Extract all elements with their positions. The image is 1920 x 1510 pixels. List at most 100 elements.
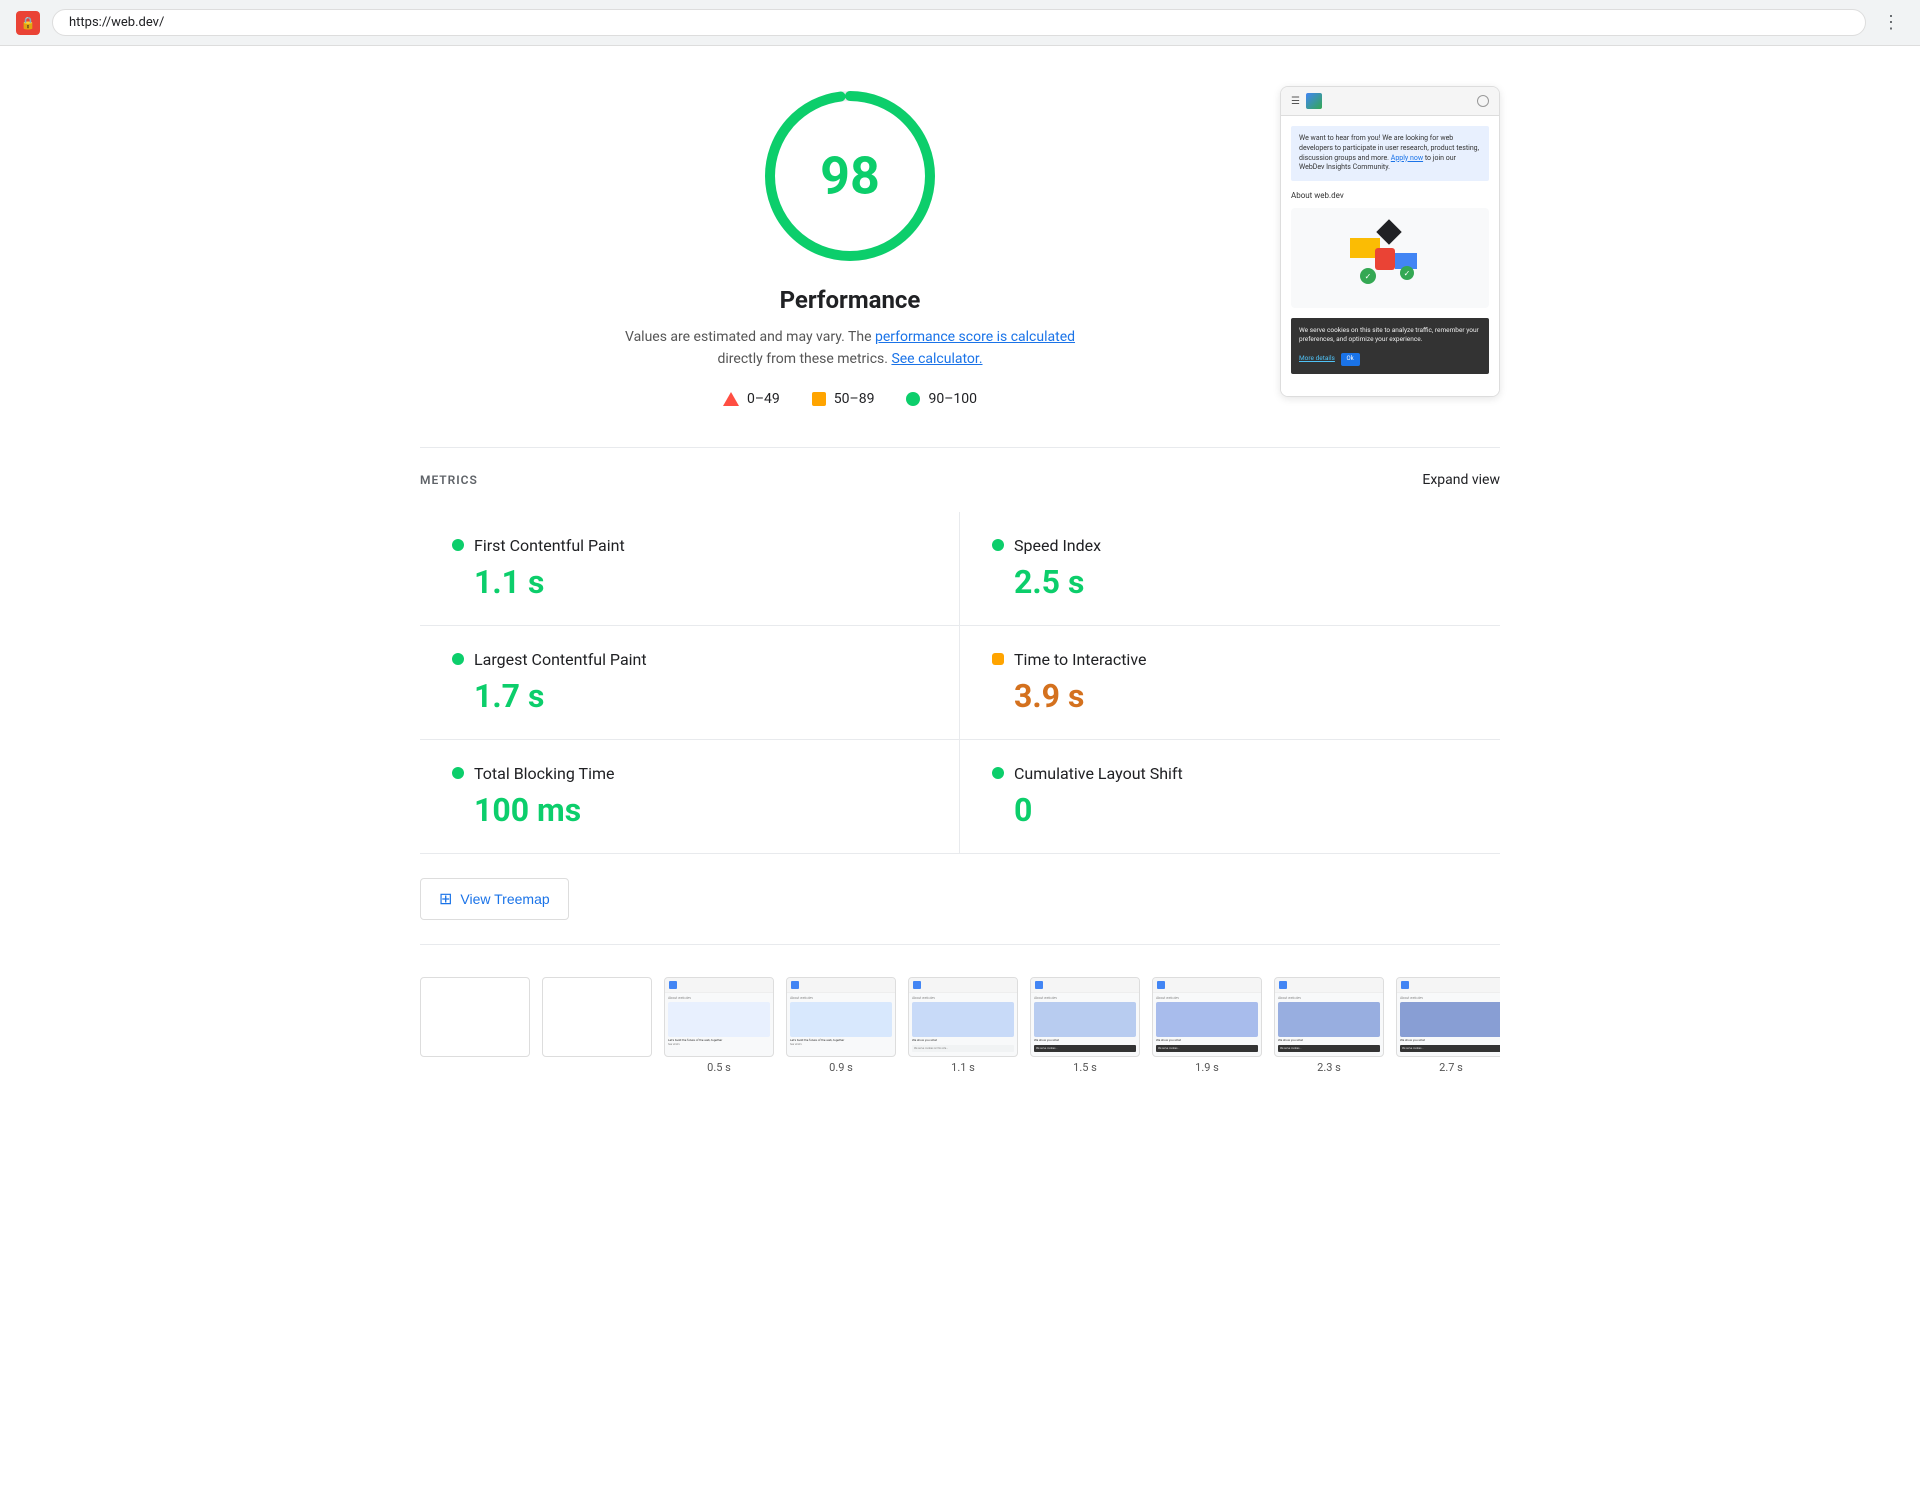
filmstrip-frame-8: About web.dev We show you what We serve … bbox=[1396, 977, 1500, 1074]
score-left-panel: 98 Performance Values are estimated and … bbox=[420, 86, 1280, 407]
performance-score-link[interactable]: performance score is calculated bbox=[875, 329, 1075, 345]
filmstrip-thumb-2: About web.dev Let's build the future of … bbox=[664, 977, 774, 1057]
score-circle: 98 bbox=[760, 86, 940, 266]
tti-status-icon bbox=[992, 653, 1004, 665]
shape-check-circle-1: ✓ bbox=[1360, 268, 1376, 284]
url-bar[interactable]: https://web.dev/ bbox=[52, 9, 1866, 36]
metric-card-tbt: Total Blocking Time 100 ms bbox=[420, 740, 960, 854]
average-range: 50–89 bbox=[834, 391, 875, 407]
browser-menu-icon[interactable]: ⋮ bbox=[1878, 8, 1904, 37]
illustration-shapes: ✓ ✓ bbox=[1345, 218, 1435, 298]
cookie-more-details-link[interactable]: More details bbox=[1299, 354, 1335, 362]
filmstrip-time-6: 1.9 s bbox=[1152, 1061, 1262, 1074]
browser-app-icon: 🔒 bbox=[16, 11, 40, 35]
filmstrip-thumb-3: About web.dev Let's build the future of … bbox=[786, 977, 896, 1057]
filmstrip-frame-1 bbox=[542, 977, 652, 1074]
si-label: Speed Index bbox=[1014, 536, 1101, 555]
section-divider bbox=[420, 447, 1500, 448]
filmstrip-thumb-5: About web.dev We show you what We serve … bbox=[1030, 977, 1140, 1057]
score-desc-prefix: Values are estimated and may vary. The bbox=[625, 329, 875, 345]
pass-range: 90–100 bbox=[928, 391, 977, 407]
calculator-link[interactable]: See calculator. bbox=[891, 351, 982, 367]
score-description: Values are estimated and may vary. The p… bbox=[610, 326, 1090, 371]
si-status-icon bbox=[992, 539, 1004, 551]
legend-item-pass: 90–100 bbox=[906, 391, 977, 407]
filmstrip-thumb-6: About web.dev We show you what We serve … bbox=[1152, 977, 1262, 1057]
metric-card-si: Speed Index 2.5 s bbox=[960, 512, 1500, 626]
view-treemap-button[interactable]: ⊞ View Treemap bbox=[420, 878, 569, 920]
metric-card-tti: Time to Interactive 3.9 s bbox=[960, 626, 1500, 740]
tbt-label: Total Blocking Time bbox=[474, 764, 614, 783]
expand-view-button[interactable]: Expand view bbox=[1422, 472, 1500, 488]
preview-browser-bar: ☰ bbox=[1281, 87, 1499, 116]
preview-heading: About web.dev bbox=[1291, 191, 1489, 200]
cls-label: Cumulative Layout Shift bbox=[1014, 764, 1183, 783]
preview-illustration: ✓ ✓ bbox=[1291, 208, 1489, 308]
filmstrip-thumb-0 bbox=[420, 977, 530, 1057]
metrics-grid: First Contentful Paint 1.1 s Speed Index… bbox=[420, 512, 1500, 854]
metric-tbt-name-row: Total Blocking Time bbox=[452, 764, 927, 783]
legend-item-fail: 0–49 bbox=[723, 391, 780, 407]
filmstrip-frame-7: About web.dev We show you what We serve … bbox=[1274, 977, 1384, 1074]
main-content: 98 Performance Values are estimated and … bbox=[360, 46, 1560, 1122]
si-value: 2.5 s bbox=[992, 563, 1468, 601]
filmstrip-frame-0 bbox=[420, 977, 530, 1074]
filmstrip-time-4: 1.1 s bbox=[908, 1061, 1018, 1074]
cls-status-icon bbox=[992, 767, 1004, 779]
preview-search-icon bbox=[1477, 95, 1489, 107]
average-icon bbox=[812, 392, 826, 406]
preview-hamburger-icon: ☰ bbox=[1291, 96, 1300, 107]
score-title: Performance bbox=[780, 286, 921, 314]
filmstrip-frame-2: About web.dev Let's build the future of … bbox=[664, 977, 774, 1074]
filmstrip: About web.dev Let's build the future of … bbox=[420, 969, 1500, 1082]
score-desc-middle: directly from these metrics. bbox=[717, 351, 891, 367]
metric-tti-name-row: Time to Interactive bbox=[992, 650, 1468, 669]
fail-icon bbox=[723, 392, 739, 406]
fcp-value: 1.1 s bbox=[452, 563, 927, 601]
metric-card-cls: Cumulative Layout Shift 0 bbox=[960, 740, 1500, 854]
lcp-label: Largest Contentful Paint bbox=[474, 650, 647, 669]
lcp-status-icon bbox=[452, 653, 464, 665]
preview-banner: We want to hear from you! We are looking… bbox=[1291, 126, 1489, 181]
score-section: 98 Performance Values are estimated and … bbox=[420, 86, 1500, 407]
metric-card-lcp: Largest Contentful Paint 1.7 s bbox=[420, 626, 960, 740]
shape-diamond bbox=[1376, 219, 1401, 244]
fail-range: 0–49 bbox=[747, 391, 780, 407]
filmstrip-frame-5: About web.dev We show you what We serve … bbox=[1030, 977, 1140, 1074]
metrics-label: METRICS bbox=[420, 473, 478, 487]
filmstrip-time-2: 0.5 s bbox=[664, 1061, 774, 1074]
treemap-section: ⊞ View Treemap bbox=[420, 854, 1500, 945]
legend-item-average: 50–89 bbox=[812, 391, 875, 407]
cookie-ok-button[interactable]: Ok bbox=[1341, 353, 1360, 365]
preview-body: We want to hear from you! We are looking… bbox=[1281, 116, 1499, 396]
filmstrip-time-7: 2.3 s bbox=[1274, 1061, 1384, 1074]
banner-link[interactable]: Apply now bbox=[1391, 154, 1423, 162]
screenshot-preview: ☰ We want to hear from you! We are looki… bbox=[1280, 86, 1500, 397]
metric-cls-name-row: Cumulative Layout Shift bbox=[992, 764, 1468, 783]
filmstrip-frame-4: About web.dev We show you what We serve … bbox=[908, 977, 1018, 1074]
preview-cookie-banner: We serve cookies on this site to analyze… bbox=[1291, 318, 1489, 374]
shape-pink-hex bbox=[1375, 248, 1395, 270]
metric-si-name-row: Speed Index bbox=[992, 536, 1468, 555]
shape-check-circle-2: ✓ bbox=[1400, 266, 1414, 280]
lcp-value: 1.7 s bbox=[452, 677, 927, 715]
metrics-header: METRICS Expand view bbox=[420, 472, 1500, 488]
tbt-status-icon bbox=[452, 767, 464, 779]
filmstrip-frame-3: About web.dev Let's build the future of … bbox=[786, 977, 896, 1074]
filmstrip-thumb-4: About web.dev We show you what We serve … bbox=[908, 977, 1018, 1057]
pass-icon bbox=[906, 392, 920, 406]
filmstrip-thumb-8: About web.dev We show you what We serve … bbox=[1396, 977, 1500, 1057]
filmstrip-time-3: 0.9 s bbox=[786, 1061, 896, 1074]
filmstrip-time-8: 2.7 s bbox=[1396, 1061, 1500, 1074]
cls-value: 0 bbox=[992, 791, 1468, 829]
metric-card-fcp: First Contentful Paint 1.1 s bbox=[420, 512, 960, 626]
browser-chrome: 🔒 https://web.dev/ ⋮ bbox=[0, 0, 1920, 46]
metric-lcp-name-row: Largest Contentful Paint bbox=[452, 650, 927, 669]
treemap-button-label: View Treemap bbox=[460, 891, 549, 907]
filmstrip-frame-6: About web.dev We show you what We serve … bbox=[1152, 977, 1262, 1074]
treemap-icon: ⊞ bbox=[439, 889, 452, 909]
filmstrip-thumb-1 bbox=[542, 977, 652, 1057]
preview-logo bbox=[1306, 93, 1322, 109]
fcp-label: First Contentful Paint bbox=[474, 536, 625, 555]
filmstrip-time-5: 1.5 s bbox=[1030, 1061, 1140, 1074]
